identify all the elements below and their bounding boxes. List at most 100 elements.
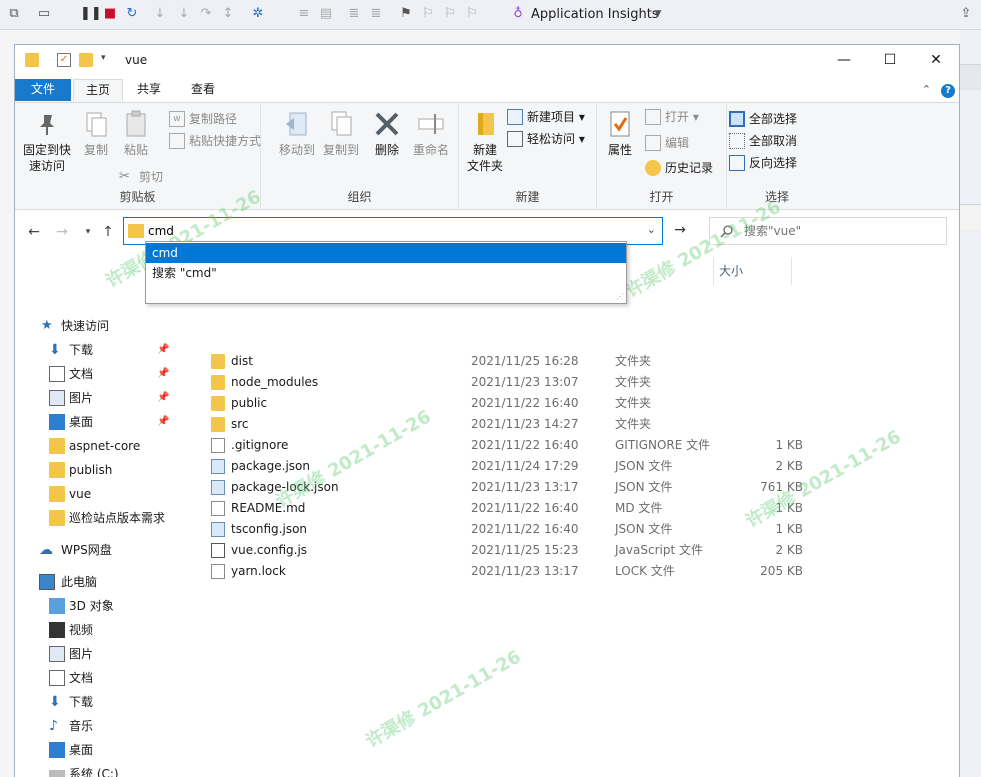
nav-item-pc[interactable]: 系统 (C:) xyxy=(15,762,177,777)
nav-item-this-pc[interactable]: 此电脑 xyxy=(15,570,177,594)
outdent-icon[interactable]: ≣ xyxy=(368,6,384,22)
collapse-ribbon-icon[interactable]: ⌃ xyxy=(922,83,931,96)
move-to-button[interactable]: 移动到 xyxy=(275,109,319,158)
nav-item-pc[interactable]: ♪ 音乐 xyxy=(15,714,177,738)
up-button[interactable]: ↑ xyxy=(99,223,117,241)
autocomplete-item[interactable]: cmd xyxy=(146,243,626,263)
hot-reload-icon[interactable]: ✲ xyxy=(250,6,266,22)
file-row[interactable]: dist 2021/11/25 16:28 文件夹 xyxy=(193,351,803,372)
format-icon[interactable]: ≡ xyxy=(296,6,312,22)
insights-icon[interactable]: ♁ xyxy=(510,6,526,22)
nav-item-documents[interactable]: 文档 📌 xyxy=(15,362,177,386)
nav-item-folder[interactable]: vue xyxy=(15,482,177,506)
rename-button[interactable]: 重命名 xyxy=(409,109,453,158)
chevron-down-icon[interactable]: ▼ xyxy=(650,6,666,22)
resize-grip-icon[interactable]: ⋰ xyxy=(616,293,624,301)
app-insights-label[interactable]: Application Insights xyxy=(531,7,659,22)
copy-to-button[interactable]: 复制到 xyxy=(319,109,363,158)
invert-selection-button[interactable]: 反向选择 xyxy=(729,153,797,173)
new-folder-quick-icon[interactable] xyxy=(79,53,93,67)
search-input[interactable] xyxy=(744,218,944,244)
file-row[interactable]: .gitignore 2021/11/22 16:40 GITIGNORE 文件 1 … xyxy=(193,435,803,456)
clear-bookmark-icon[interactable]: ⚐ xyxy=(464,6,480,22)
nav-item-folder[interactable]: 巡检站点版本需求 xyxy=(15,506,177,530)
nav-item-wps[interactable]: ☁ WPS网盘 xyxy=(15,538,177,562)
bookmark-icon[interactable]: ⚑ xyxy=(398,6,414,22)
new-folder-button[interactable]: 新建 文件夹 xyxy=(463,109,507,174)
share-icon[interactable]: ⇪ xyxy=(958,6,974,22)
cut-button[interactable]: ✂ 剪切 xyxy=(119,167,163,187)
column-header-size[interactable]: 大小 xyxy=(713,259,743,283)
save-icon[interactable]: ▭ xyxy=(36,6,52,22)
indent-icon[interactable]: ≣ xyxy=(346,6,362,22)
easy-access-button[interactable]: 轻松访问 ▾ xyxy=(507,129,585,149)
copy-button[interactable]: 复制 xyxy=(79,109,113,158)
history-button[interactable]: 历史记录 xyxy=(645,158,713,178)
recent-locations-button[interactable]: ▾ xyxy=(79,223,97,241)
pin-icon[interactable]: 📌 xyxy=(157,386,169,410)
copy-path-button[interactable]: W 复制路径 xyxy=(169,109,237,129)
help-icon[interactable]: ? xyxy=(941,84,955,98)
back-button[interactable]: ← xyxy=(25,223,43,241)
pause-icon[interactable]: ❚❚ xyxy=(80,6,102,22)
delete-button[interactable]: 删除 xyxy=(369,109,405,158)
paste-button[interactable]: 粘贴 xyxy=(119,109,153,158)
tab-view[interactable]: 查看 xyxy=(179,79,227,102)
pin-quick-access-button[interactable]: 固定到快 速访问 xyxy=(21,109,73,174)
tab-file[interactable]: 文件 xyxy=(15,79,71,101)
file-row[interactable]: README.md 2021/11/22 16:40 MD 文件 1 KB xyxy=(193,498,803,519)
pin-icon[interactable]: 📌 xyxy=(157,338,169,362)
restart-icon[interactable]: ↻ xyxy=(124,6,140,22)
tab-share[interactable]: 共享 xyxy=(125,79,173,102)
paste-shortcut-button[interactable]: 粘贴快捷方式 xyxy=(169,131,261,151)
file-row[interactable]: package-lock.json 2021/11/23 13:17 JSON 文件… xyxy=(193,477,803,498)
step-into-icon[interactable]: ↓ xyxy=(176,6,192,22)
stop-icon[interactable]: ■ xyxy=(102,6,118,22)
open-button[interactable]: 打开 ▾ xyxy=(645,107,699,127)
step-down-icon[interactable]: ↓ xyxy=(152,6,168,22)
nav-item-desktop[interactable]: 桌面 📌 xyxy=(15,410,177,434)
tab-home[interactable]: 主页 xyxy=(73,79,124,102)
select-none-button[interactable]: 全部取消 xyxy=(729,131,797,151)
layout-icon[interactable]: ▤ xyxy=(318,6,334,22)
select-all-button[interactable]: 全部选择 xyxy=(729,109,797,129)
column-separator[interactable] xyxy=(791,257,792,285)
nav-item-pc[interactable]: 文档 xyxy=(15,666,177,690)
nav-item-pc[interactable]: 视频 xyxy=(15,618,177,642)
step-out-icon[interactable]: ↕ xyxy=(220,6,236,22)
file-row[interactable]: yarn.lock 2021/11/23 13:17 LOCK 文件 205 KB xyxy=(193,561,803,582)
go-button[interactable]: → xyxy=(671,221,689,239)
file-row[interactable]: node_modules 2021/11/23 13:07 文件夹 xyxy=(193,372,803,393)
file-row[interactable]: src 2021/11/23 14:27 文件夹 xyxy=(193,414,803,435)
nav-item-downloads[interactable]: ⬇ 下载 📌 xyxy=(15,338,177,362)
maximize-button[interactable]: ☐ xyxy=(867,45,913,75)
minimize-button[interactable]: — xyxy=(821,45,867,75)
autocomplete-item[interactable]: 搜索 "cmd" xyxy=(146,263,626,283)
nav-item-pc[interactable]: 图片 xyxy=(15,642,177,666)
next-bookmark-icon[interactable]: ⚐ xyxy=(442,6,458,22)
customize-quick-access-icon[interactable]: ▾ xyxy=(101,53,115,67)
forward-button[interactable]: → xyxy=(53,223,71,241)
screen-icon[interactable]: ⧉ xyxy=(6,6,22,22)
edit-button[interactable]: 编辑 xyxy=(645,133,689,153)
file-row[interactable]: public 2021/11/22 16:40 文件夹 xyxy=(193,393,803,414)
nav-item-pc[interactable]: ⬇ 下载 xyxy=(15,690,177,714)
nav-item-pc[interactable]: 3D 对象 xyxy=(15,594,177,618)
new-item-button[interactable]: 新建项目 ▾ xyxy=(507,107,585,127)
properties-quick-icon[interactable]: ✓ xyxy=(57,53,71,67)
step-over-icon[interactable]: ↷ xyxy=(198,6,214,22)
pin-icon[interactable]: 📌 xyxy=(157,362,169,386)
file-row[interactable]: tsconfig.json 2021/11/22 16:40 JSON 文件 1 KB xyxy=(193,519,803,540)
file-row[interactable]: vue.config.js 2021/11/25 15:23 JavaScript … xyxy=(193,540,803,561)
chevron-down-icon[interactable]: ⌄ xyxy=(647,223,656,236)
file-row[interactable]: package.json 2021/11/24 17:29 JSON 文件 2 KB xyxy=(193,456,803,477)
nav-item-folder[interactable]: publish xyxy=(15,458,177,482)
nav-item-pc[interactable]: 桌面 xyxy=(15,738,177,762)
prev-bookmark-icon[interactable]: ⚐ xyxy=(420,6,436,22)
properties-button[interactable]: 属性 xyxy=(603,109,637,158)
nav-item-folder[interactable]: aspnet-core xyxy=(15,434,177,458)
nav-quick-access[interactable]: ★ 快速访问 xyxy=(15,314,177,338)
close-button[interactable]: ✕ xyxy=(913,45,959,75)
pin-icon[interactable]: 📌 xyxy=(157,410,169,434)
nav-item-pictures[interactable]: 图片 📌 xyxy=(15,386,177,410)
